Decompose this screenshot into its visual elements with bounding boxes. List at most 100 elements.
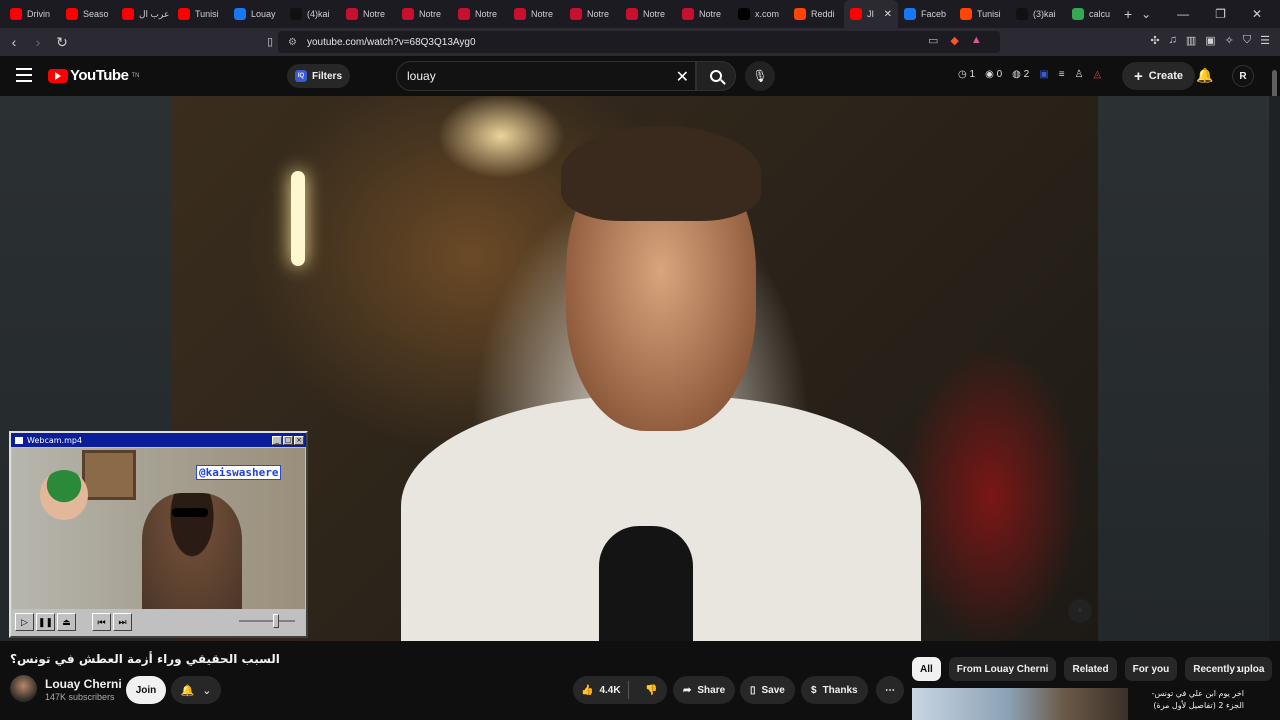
trophy-icon[interactable]: ♙ bbox=[1075, 69, 1084, 80]
account-avatar[interactable]: R bbox=[1232, 65, 1254, 87]
back-icon[interactable]: ‹ bbox=[4, 34, 24, 50]
address-bar-actions: ▭ ◆ ▲ bbox=[928, 34, 982, 47]
country-code: TN bbox=[131, 72, 140, 79]
eject-icon[interactable]: ⏏ bbox=[57, 613, 76, 631]
clock-stat[interactable]: ◷ 1 bbox=[958, 69, 975, 80]
browser-tab[interactable]: Notre bbox=[676, 0, 732, 28]
close-icon[interactable]: × bbox=[294, 435, 304, 445]
channel-watermark[interactable]: ◌ bbox=[1068, 599, 1092, 623]
browser-tab[interactable]: (3)kai bbox=[1010, 0, 1066, 28]
webcam-window[interactable]: Webcam.mp4 _ □ × @kaiswashere ▷ ❚❚ ⏏ ⏮ ⏭ bbox=[9, 431, 308, 638]
browser-tab[interactable]: calcu bbox=[1066, 0, 1122, 28]
eye-stat[interactable]: ◉ 0 bbox=[985, 69, 1002, 80]
save-button[interactable]: ▯ Save bbox=[740, 676, 795, 704]
subscribe-notifications-button[interactable]: 🔔 ⌄ bbox=[171, 676, 221, 704]
play-icon[interactable]: ▷ bbox=[15, 613, 34, 631]
browser-tab[interactable]: Tunisi bbox=[172, 0, 228, 28]
reddit-icon bbox=[960, 8, 972, 20]
channel-name[interactable]: Louay Cherni bbox=[45, 677, 122, 691]
browser-tab[interactable]: Notre bbox=[508, 0, 564, 28]
webcam-title-bar[interactable]: Webcam.mp4 _ □ × bbox=[11, 433, 306, 447]
browser-tab[interactable]: Tunisi bbox=[954, 0, 1010, 28]
thanks-button[interactable]: $ Thanks bbox=[801, 676, 868, 704]
recommended-video-thumbnail[interactable] bbox=[912, 688, 1128, 720]
tab-list-chevron-icon[interactable]: ⌄ bbox=[1141, 7, 1151, 21]
menu-icon[interactable]: ☰ bbox=[1260, 34, 1270, 47]
volume-slider[interactable] bbox=[239, 614, 295, 628]
filter-chip[interactable]: Related bbox=[1064, 657, 1117, 681]
maximize-button[interactable]: ❐ bbox=[1215, 7, 1226, 21]
channel-avatar[interactable] bbox=[10, 675, 37, 702]
recommended-video-title[interactable]: اخر يوم ابن علي في تونس- الجزء 2 (تفاصيل… bbox=[1132, 688, 1244, 716]
video-frame[interactable]: ◌ bbox=[171, 96, 1098, 641]
more-actions-button[interactable]: ⋯ bbox=[876, 676, 904, 704]
browser-tab[interactable]: Seaso bbox=[60, 0, 116, 28]
browser-tab-label: Tunisi bbox=[977, 9, 1001, 19]
browser-tab[interactable]: عرب ال bbox=[116, 0, 172, 28]
search-button[interactable] bbox=[696, 61, 736, 91]
browser-tab[interactable]: Notre bbox=[564, 0, 620, 28]
pause-icon[interactable]: ❚❚ bbox=[36, 613, 55, 631]
browser-tab[interactable]: JI ✕ bbox=[844, 0, 898, 28]
voice-search-button[interactable]: 🎙 bbox=[745, 61, 775, 91]
new-tab-button[interactable]: + bbox=[1124, 6, 1132, 22]
site-info-icon[interactable]: ⚙ bbox=[288, 37, 297, 48]
dislike-button[interactable]: 👎 bbox=[635, 685, 657, 696]
create-button[interactable]: + Create bbox=[1122, 62, 1196, 90]
browser-tab[interactable]: Notre bbox=[340, 0, 396, 28]
browser-tab[interactable]: Faceb bbox=[898, 0, 954, 28]
share-button[interactable]: ➦ Share bbox=[673, 676, 736, 704]
sidebar-icon[interactable]: ▥ bbox=[1186, 34, 1196, 47]
bookmark-icon[interactable]: ▯ bbox=[260, 35, 280, 48]
close-tab-icon[interactable]: ✕ bbox=[884, 9, 892, 20]
next-icon[interactable]: ⏭ bbox=[113, 613, 132, 631]
cast-icon[interactable]: ▭ bbox=[928, 34, 938, 47]
youtube-icon bbox=[66, 8, 78, 20]
clear-search-icon[interactable]: ✕ bbox=[676, 67, 689, 87]
filter-chip[interactable]: For you bbox=[1124, 657, 1178, 681]
extensions-icon[interactable]: ✣ bbox=[1150, 34, 1159, 47]
browser-tab[interactable]: Notre bbox=[396, 0, 452, 28]
notifications-bell-icon[interactable]: 🔔 bbox=[1196, 67, 1213, 84]
browser-tab[interactable]: x.com bbox=[732, 0, 788, 28]
chevron-right-icon[interactable]: › bbox=[1236, 660, 1241, 676]
clock-stat-value: 1 bbox=[969, 69, 976, 80]
brave-shield-icon[interactable]: ◆ bbox=[950, 34, 958, 47]
search-input[interactable]: louay ✕ bbox=[396, 61, 696, 91]
filter-chip[interactable]: Recently uploa bbox=[1185, 657, 1273, 681]
menu-icon[interactable] bbox=[16, 68, 32, 86]
leo-icon[interactable]: ✧ bbox=[1225, 34, 1234, 47]
media-icon[interactable]: ♫ bbox=[1169, 34, 1177, 47]
browser-tab-label: calcu bbox=[1089, 9, 1111, 19]
maximize-icon[interactable]: □ bbox=[283, 435, 293, 445]
browser-tab[interactable]: Reddi bbox=[788, 0, 844, 28]
forward-icon[interactable]: › bbox=[28, 34, 48, 50]
wallet-icon[interactable]: ▣ bbox=[1205, 34, 1215, 47]
list-icon[interactable]: ≡ bbox=[1059, 69, 1065, 80]
filter-chip[interactable]: From Louay Cherni bbox=[948, 657, 1057, 681]
browser-tab[interactable]: Notre bbox=[452, 0, 508, 28]
minimize-icon[interactable]: _ bbox=[272, 435, 282, 445]
youtube-logo[interactable]: YouTube TN bbox=[48, 67, 139, 84]
browser-tab[interactable]: (4)kai bbox=[284, 0, 340, 28]
browser-tab[interactable]: Notre bbox=[620, 0, 676, 28]
vpn-icon[interactable]: ⛉ bbox=[1243, 34, 1251, 47]
filter-chip[interactable]: All bbox=[912, 657, 941, 681]
extension-badge-icon[interactable]: ▣ bbox=[1039, 69, 1048, 80]
browser-tab[interactable]: Louay bbox=[228, 0, 284, 28]
slider-thumb[interactable] bbox=[273, 614, 279, 628]
filters-button[interactable]: IQ Filters bbox=[287, 64, 351, 88]
close-window-button[interactable]: ✕ bbox=[1252, 7, 1262, 21]
notification-muted-icon[interactable]: ◬ bbox=[1094, 69, 1102, 80]
browser-tab[interactable]: Drivin bbox=[4, 0, 60, 28]
microphone bbox=[599, 526, 693, 641]
reload-icon[interactable]: ↻ bbox=[52, 34, 72, 51]
join-button[interactable]: Join bbox=[126, 676, 166, 704]
browser-tab-label: x.com bbox=[755, 9, 780, 19]
shield-stat[interactable]: ◍ 2 bbox=[1012, 69, 1029, 80]
previous-icon[interactable]: ⏮ bbox=[92, 613, 111, 631]
minimize-button[interactable]: — bbox=[1177, 7, 1189, 21]
like-button[interactable]: 👍 4.4K bbox=[573, 681, 629, 699]
rewards-icon[interactable]: ▲ bbox=[971, 34, 982, 47]
address-bar[interactable]: ⚙ youtube.com/watch?v=68Q3Q13Ayg0 bbox=[278, 31, 1000, 53]
